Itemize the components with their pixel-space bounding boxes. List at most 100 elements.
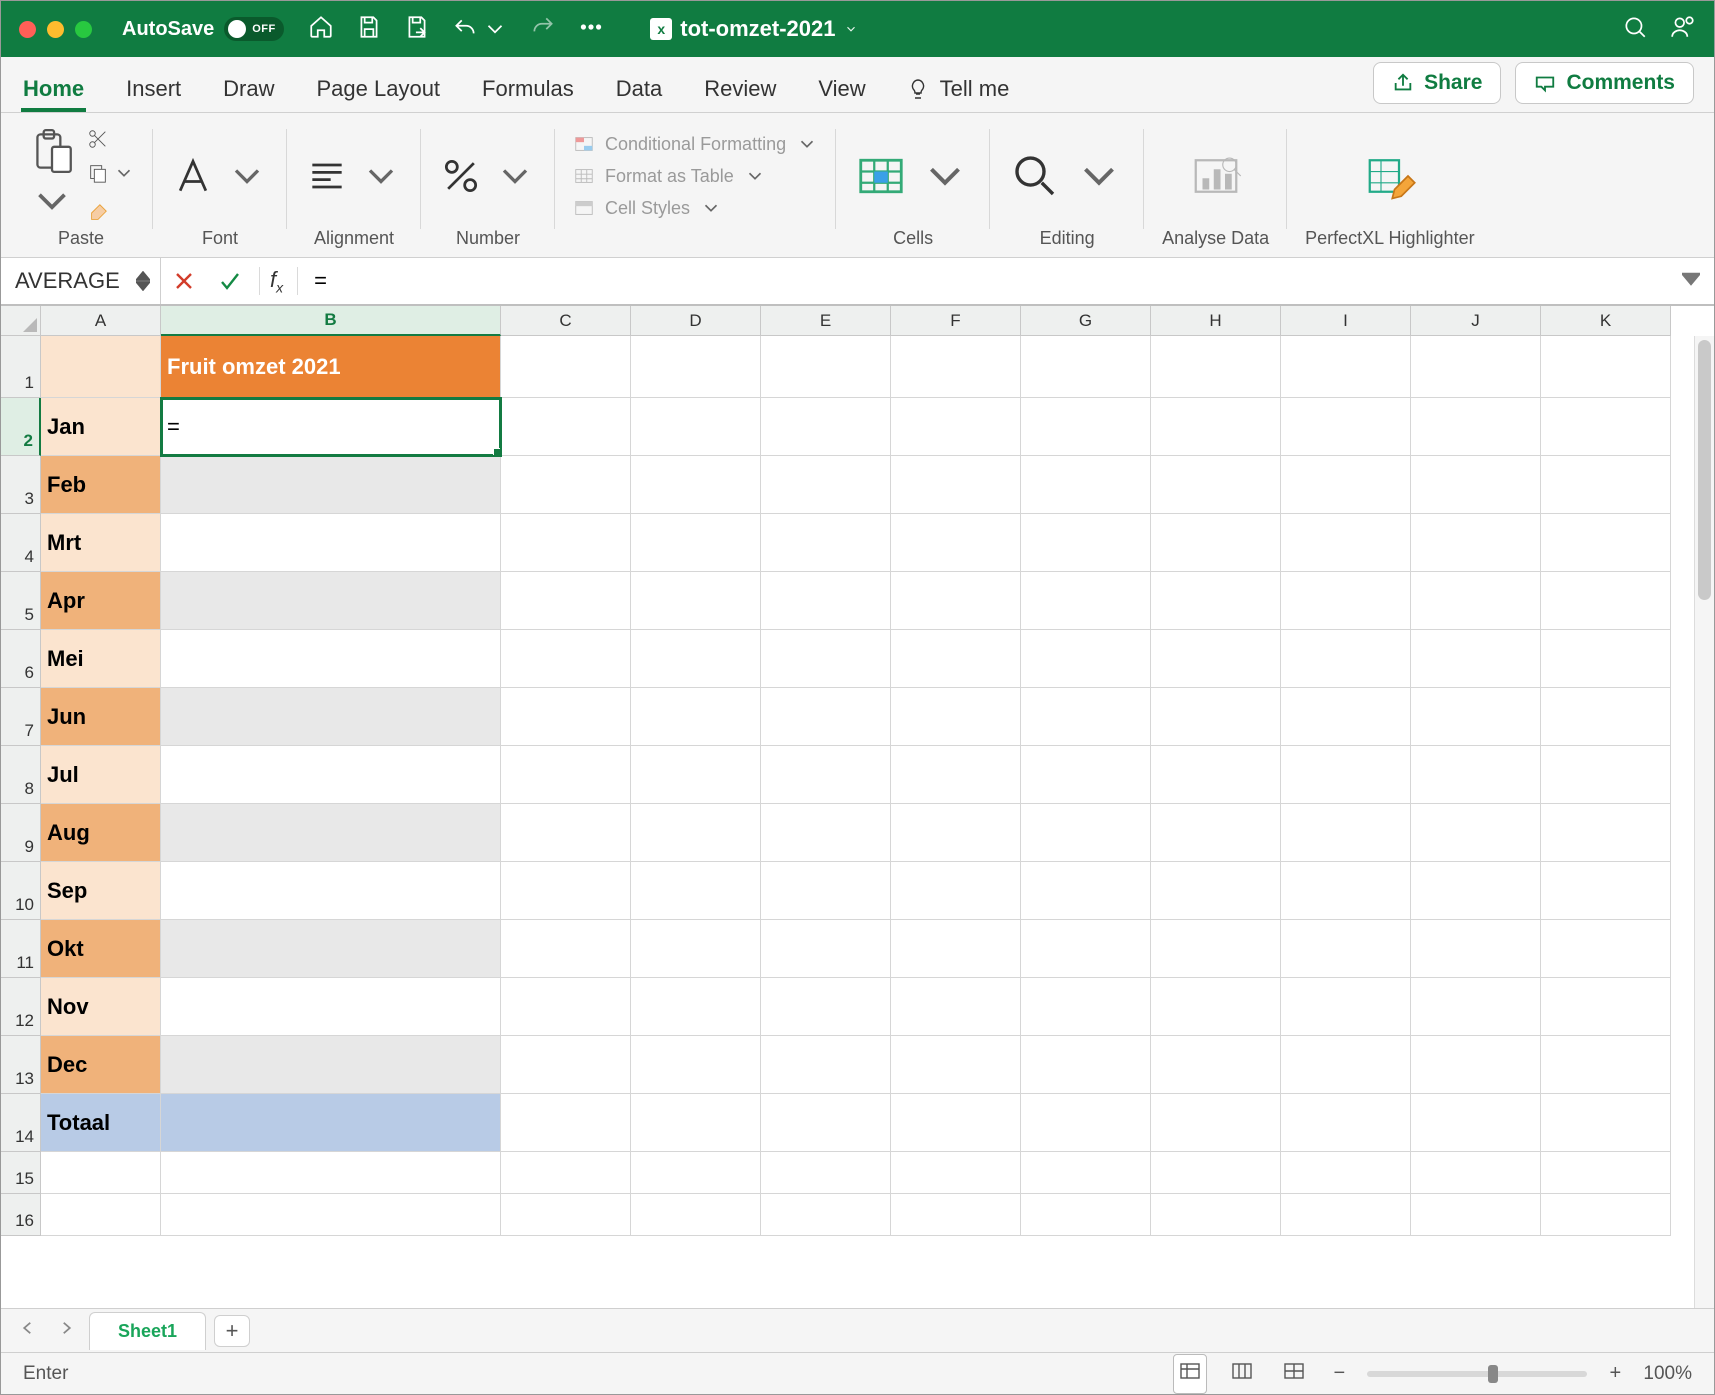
- cell-F4[interactable]: [891, 514, 1021, 572]
- cell-G12[interactable]: [1021, 978, 1151, 1036]
- vertical-scrollbar[interactable]: [1694, 336, 1714, 1308]
- cell-A16[interactable]: [41, 1194, 161, 1236]
- cell-A5[interactable]: Apr: [41, 572, 161, 630]
- cancel-formula-button[interactable]: [161, 269, 207, 293]
- zoom-in-button[interactable]: +: [1605, 1362, 1625, 1385]
- column-header[interactable]: G: [1021, 306, 1151, 336]
- cell-F13[interactable]: [891, 1036, 1021, 1094]
- cell-G13[interactable]: [1021, 1036, 1151, 1094]
- cell-I8[interactable]: [1281, 746, 1411, 804]
- row-header[interactable]: 10: [1, 862, 41, 920]
- comments-button[interactable]: Comments: [1515, 62, 1694, 104]
- cell-D14[interactable]: [631, 1094, 761, 1152]
- cell-F1[interactable]: [891, 336, 1021, 398]
- cell-J16[interactable]: [1411, 1194, 1541, 1236]
- row-header[interactable]: 6: [1, 630, 41, 688]
- cell-E6[interactable]: [761, 630, 891, 688]
- cell-E12[interactable]: [761, 978, 891, 1036]
- column-header[interactable]: F: [891, 306, 1021, 336]
- toggle-icon[interactable]: OFF: [224, 17, 284, 41]
- cell-H13[interactable]: [1151, 1036, 1281, 1094]
- tab-review[interactable]: Review: [702, 68, 778, 112]
- maximize-icon[interactable]: [75, 21, 92, 38]
- cell-H10[interactable]: [1151, 862, 1281, 920]
- cell-B11[interactable]: [161, 920, 501, 978]
- cell-H1[interactable]: [1151, 336, 1281, 398]
- cell-C2[interactable]: [501, 398, 631, 456]
- cell-K15[interactable]: [1541, 1152, 1671, 1194]
- cell-J9[interactable]: [1411, 804, 1541, 862]
- cell-C10[interactable]: [501, 862, 631, 920]
- cell-D2[interactable]: [631, 398, 761, 456]
- cell-C1[interactable]: [501, 336, 631, 398]
- format-painter-button[interactable]: [87, 202, 135, 224]
- cell-E10[interactable]: [761, 862, 891, 920]
- cell-B6[interactable]: [161, 630, 501, 688]
- cell-D5[interactable]: [631, 572, 761, 630]
- cell-K8[interactable]: [1541, 746, 1671, 804]
- cell-E1[interactable]: [761, 336, 891, 398]
- cell-H7[interactable]: [1151, 688, 1281, 746]
- cell-K6[interactable]: [1541, 630, 1671, 688]
- cell-D15[interactable]: [631, 1152, 761, 1194]
- cell-A14[interactable]: Totaal: [41, 1094, 161, 1152]
- cell-J4[interactable]: [1411, 514, 1541, 572]
- cell-C4[interactable]: [501, 514, 631, 572]
- cell-K7[interactable]: [1541, 688, 1671, 746]
- cell-F9[interactable]: [891, 804, 1021, 862]
- cell-J12[interactable]: [1411, 978, 1541, 1036]
- sheet-tab[interactable]: Sheet1: [89, 1312, 206, 1350]
- cell-F15[interactable]: [891, 1152, 1021, 1194]
- cell-J13[interactable]: [1411, 1036, 1541, 1094]
- cell-I1[interactable]: [1281, 336, 1411, 398]
- tab-draw[interactable]: Draw: [221, 68, 276, 112]
- zoom-slider[interactable]: [1367, 1371, 1587, 1377]
- cell-J14[interactable]: [1411, 1094, 1541, 1152]
- cell-H12[interactable]: [1151, 978, 1281, 1036]
- cell-I9[interactable]: [1281, 804, 1411, 862]
- alignment-button[interactable]: [305, 123, 403, 228]
- cell-A8[interactable]: Jul: [41, 746, 161, 804]
- zoom-out-button[interactable]: −: [1329, 1362, 1349, 1385]
- cell-A2[interactable]: Jan: [41, 398, 161, 456]
- cell-G15[interactable]: [1021, 1152, 1151, 1194]
- cell-K5[interactable]: [1541, 572, 1671, 630]
- cell-B9[interactable]: [161, 804, 501, 862]
- cell-G1[interactable]: [1021, 336, 1151, 398]
- cell-D1[interactable]: [631, 336, 761, 398]
- row-header[interactable]: 15: [1, 1152, 41, 1194]
- cell-K4[interactable]: [1541, 514, 1671, 572]
- cell-E3[interactable]: [761, 456, 891, 514]
- column-header[interactable]: E: [761, 306, 891, 336]
- cell-K3[interactable]: [1541, 456, 1671, 514]
- autosave-toggle[interactable]: AutoSave OFF: [122, 17, 284, 41]
- cell-E15[interactable]: [761, 1152, 891, 1194]
- cell-J6[interactable]: [1411, 630, 1541, 688]
- cell-G5[interactable]: [1021, 572, 1151, 630]
- stepper-icon[interactable]: [136, 271, 150, 291]
- cut-button[interactable]: [87, 128, 135, 150]
- search-icon[interactable]: [1622, 14, 1648, 45]
- cell-A11[interactable]: Okt: [41, 920, 161, 978]
- cell-I2[interactable]: [1281, 398, 1411, 456]
- cell-I13[interactable]: [1281, 1036, 1411, 1094]
- cell-F2[interactable]: [891, 398, 1021, 456]
- cell-C13[interactable]: [501, 1036, 631, 1094]
- tab-formulas[interactable]: Formulas: [480, 68, 576, 112]
- copy-button[interactable]: [87, 162, 135, 184]
- cell-H2[interactable]: [1151, 398, 1281, 456]
- cell-K13[interactable]: [1541, 1036, 1671, 1094]
- cell-F14[interactable]: [891, 1094, 1021, 1152]
- cell-H15[interactable]: [1151, 1152, 1281, 1194]
- cell-G10[interactable]: [1021, 862, 1151, 920]
- cell-A13[interactable]: Dec: [41, 1036, 161, 1094]
- cell-F7[interactable]: [891, 688, 1021, 746]
- cell-I6[interactable]: [1281, 630, 1411, 688]
- fx-icon[interactable]: fx: [266, 267, 291, 295]
- cell-J15[interactable]: [1411, 1152, 1541, 1194]
- select-all-corner[interactable]: [1, 306, 41, 336]
- cell-G7[interactable]: [1021, 688, 1151, 746]
- tab-page-layout[interactable]: Page Layout: [315, 68, 443, 112]
- row-header[interactable]: 14: [1, 1094, 41, 1152]
- cell-K11[interactable]: [1541, 920, 1671, 978]
